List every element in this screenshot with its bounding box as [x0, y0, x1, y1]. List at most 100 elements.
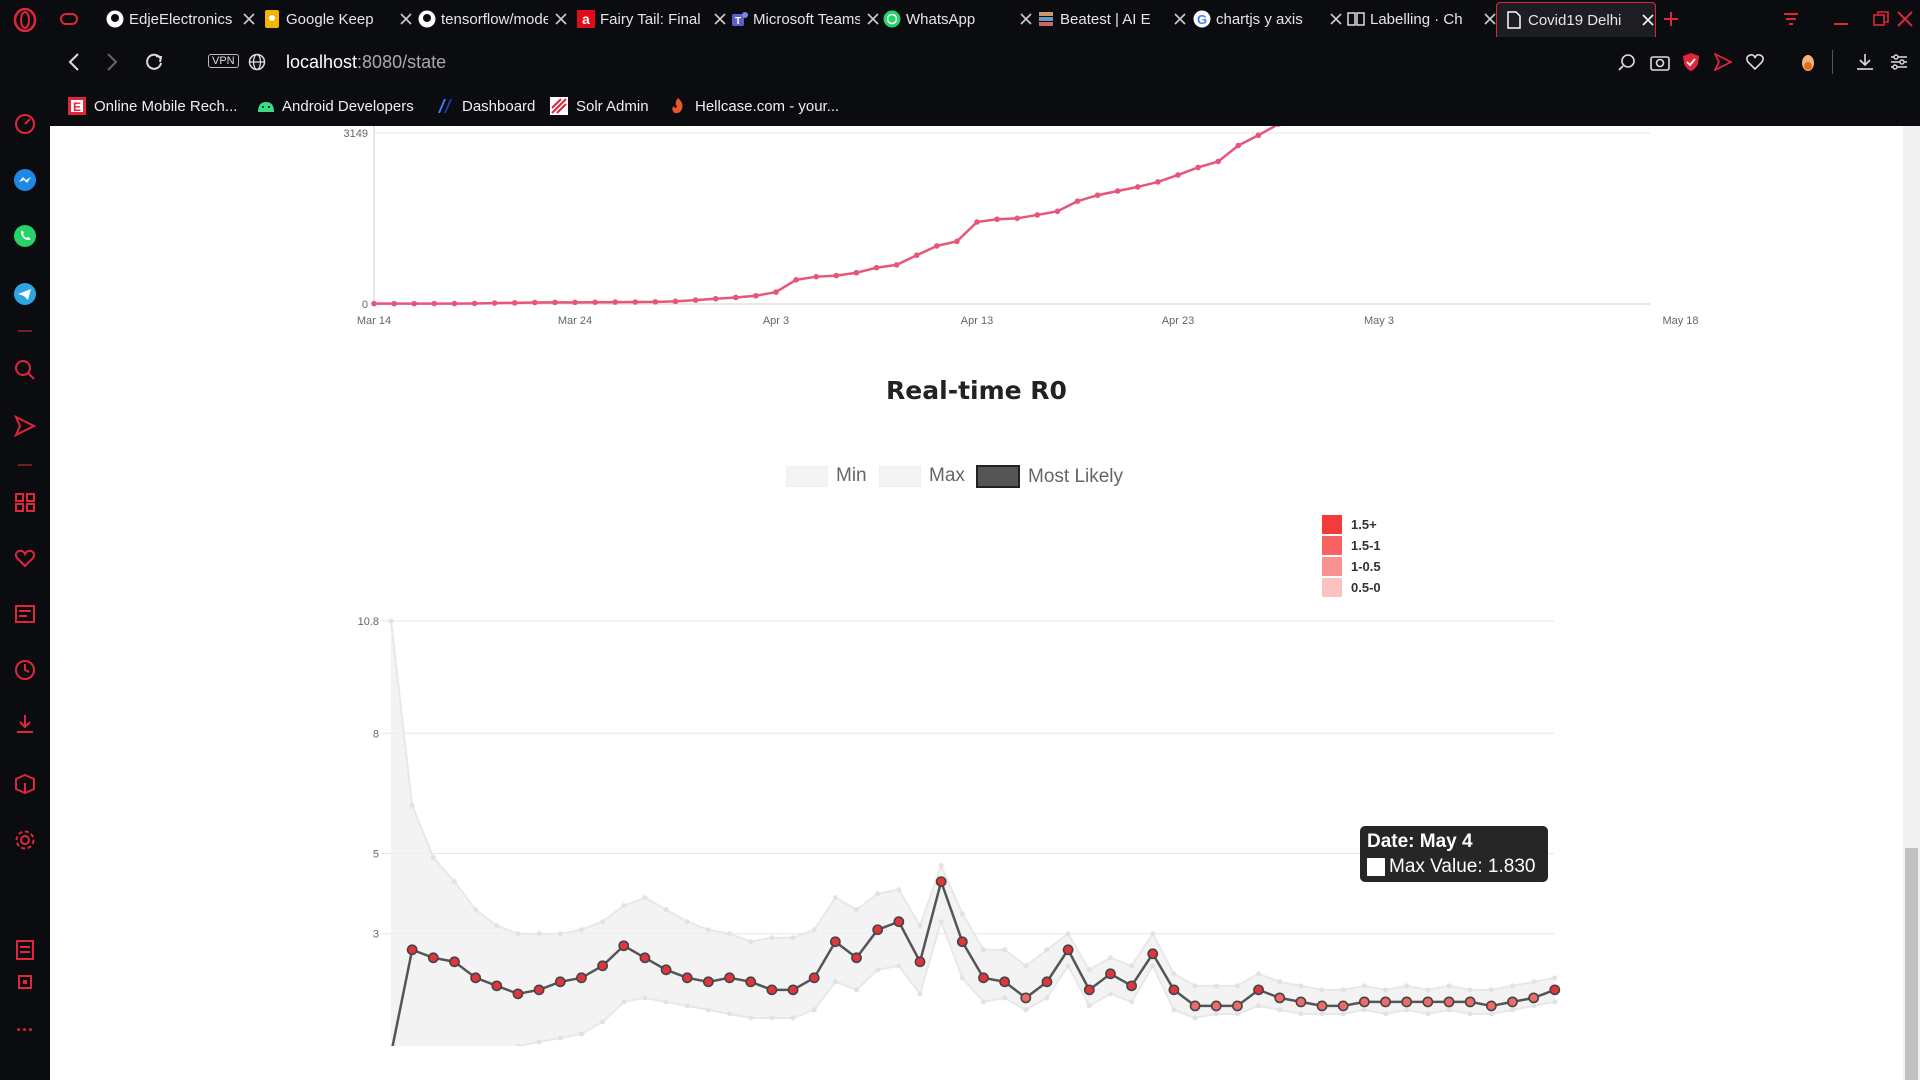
cases-point[interactable] [632, 299, 639, 305]
cases-point[interactable] [692, 297, 699, 303]
min-point[interactable] [1256, 1003, 1262, 1009]
tab-whatsapp[interactable]: WhatsApp [883, 4, 1033, 34]
most-likely-point[interactable] [554, 976, 566, 988]
max-point[interactable] [769, 935, 775, 941]
min-point[interactable] [536, 1039, 542, 1045]
min-point[interactable] [1192, 1015, 1198, 1021]
tab-menu-button[interactable] [1782, 4, 1804, 34]
max-point[interactable] [388, 618, 394, 624]
min-point[interactable] [1298, 1011, 1304, 1017]
bookmark-solr-admin[interactable]: Solr Admin [550, 94, 649, 118]
max-point[interactable] [409, 802, 415, 808]
cases-point[interactable] [833, 272, 840, 279]
max-point[interactable] [515, 931, 521, 937]
most-likely-point[interactable] [872, 924, 884, 936]
globe-icon[interactable] [248, 53, 266, 71]
cases-point[interactable] [793, 277, 799, 283]
cases-point[interactable] [913, 252, 920, 259]
news-icon[interactable] [13, 602, 37, 626]
max-point[interactable] [1150, 931, 1156, 937]
most-likely-point[interactable] [745, 976, 757, 988]
max-point[interactable] [1129, 963, 1135, 969]
max-point[interactable] [1171, 971, 1177, 977]
max-point[interactable] [811, 927, 817, 933]
extension-egg-icon[interactable] [1800, 51, 1816, 73]
min-point[interactable] [578, 1031, 584, 1037]
battery-saver-icon[interactable] [13, 938, 37, 962]
cases-point[interactable] [712, 295, 719, 302]
most-likely-point[interactable] [999, 976, 1011, 988]
tab-edje[interactable]: EdjeElectronics [106, 4, 256, 34]
min-point[interactable] [1234, 1011, 1240, 1017]
max-point[interactable] [621, 903, 627, 909]
most-likely-point[interactable] [406, 944, 418, 956]
tab-fairy-tail[interactable]: a Fairy Tail: Final [577, 4, 727, 34]
cases-point[interactable] [1094, 192, 1101, 199]
cases-point[interactable] [552, 299, 558, 306]
min-point[interactable] [642, 995, 648, 1001]
max-point[interactable] [1467, 987, 1473, 993]
cases-point[interactable] [612, 299, 618, 305]
most-likely-point[interactable] [851, 952, 862, 964]
search-zoom-icon[interactable] [1618, 53, 1636, 71]
cases-point[interactable] [974, 219, 980, 225]
cases-point[interactable] [431, 300, 438, 307]
most-likely-point[interactable] [1295, 996, 1307, 1008]
most-likely-point[interactable] [1274, 992, 1286, 1004]
max-point[interactable] [1298, 983, 1304, 989]
max-point[interactable] [473, 907, 479, 913]
min-point[interactable] [600, 1019, 606, 1025]
reload-icon[interactable] [144, 52, 164, 72]
min-point[interactable] [1065, 963, 1071, 969]
cases-point[interactable] [1114, 188, 1121, 194]
most-likely-point[interactable] [724, 972, 735, 984]
most-likely-point[interactable] [1528, 992, 1540, 1004]
max-point[interactable] [1404, 983, 1410, 989]
most-likely-point[interactable] [533, 984, 545, 996]
max-point[interactable] [1213, 983, 1219, 989]
cases-point[interactable] [1074, 198, 1081, 205]
min-point[interactable] [1319, 1011, 1325, 1017]
max-point[interactable] [832, 895, 838, 901]
max-point[interactable] [748, 939, 754, 945]
cases-point[interactable] [532, 299, 538, 306]
min-point[interactable] [1023, 1007, 1029, 1013]
close-icon[interactable] [554, 12, 568, 26]
max-point[interactable] [959, 911, 965, 917]
most-likely-point[interactable] [449, 956, 460, 968]
max-point[interactable] [1319, 987, 1325, 993]
cases-point[interactable] [873, 264, 880, 271]
most-likely-point[interactable] [787, 984, 799, 996]
download-icon[interactable] [1856, 53, 1874, 71]
most-likely-point[interactable] [1232, 1000, 1243, 1012]
min-point[interactable] [684, 1003, 690, 1009]
max-point[interactable] [663, 907, 669, 913]
max-point[interactable] [1065, 931, 1071, 937]
most-likely-point[interactable] [639, 952, 651, 964]
max-point[interactable] [1340, 987, 1346, 993]
most-likely-point[interactable] [1126, 980, 1137, 992]
forward-icon[interactable] [104, 52, 120, 72]
cases-point[interactable] [773, 289, 779, 295]
tab-keep[interactable]: Google Keep [263, 4, 413, 34]
legend-min[interactable]: Min [786, 465, 867, 487]
cases-point[interactable] [491, 300, 498, 306]
max-point[interactable] [1107, 955, 1113, 961]
bookmark-dashboard[interactable]: Dashboard [436, 94, 535, 118]
min-point[interactable] [621, 999, 627, 1005]
legend-max[interactable]: Max [879, 465, 965, 487]
max-point[interactable] [1192, 983, 1198, 989]
most-likely-point[interactable] [978, 972, 989, 984]
cases-point[interactable] [511, 300, 518, 306]
bookmark-android-developers[interactable]: Android Developers [256, 94, 414, 118]
max-point[interactable] [494, 923, 500, 929]
min-point[interactable] [959, 975, 965, 981]
most-likely-point[interactable] [1105, 968, 1116, 980]
max-point[interactable] [451, 879, 457, 885]
most-likely-point[interactable] [1401, 996, 1413, 1008]
tab-chartjs[interactable]: G chartjs y axis [1193, 4, 1343, 34]
most-likely-point[interactable] [1210, 1000, 1222, 1012]
min-point[interactable] [1086, 1003, 1092, 1009]
max-point[interactable] [1086, 967, 1092, 973]
most-likely-point[interactable] [956, 936, 968, 948]
